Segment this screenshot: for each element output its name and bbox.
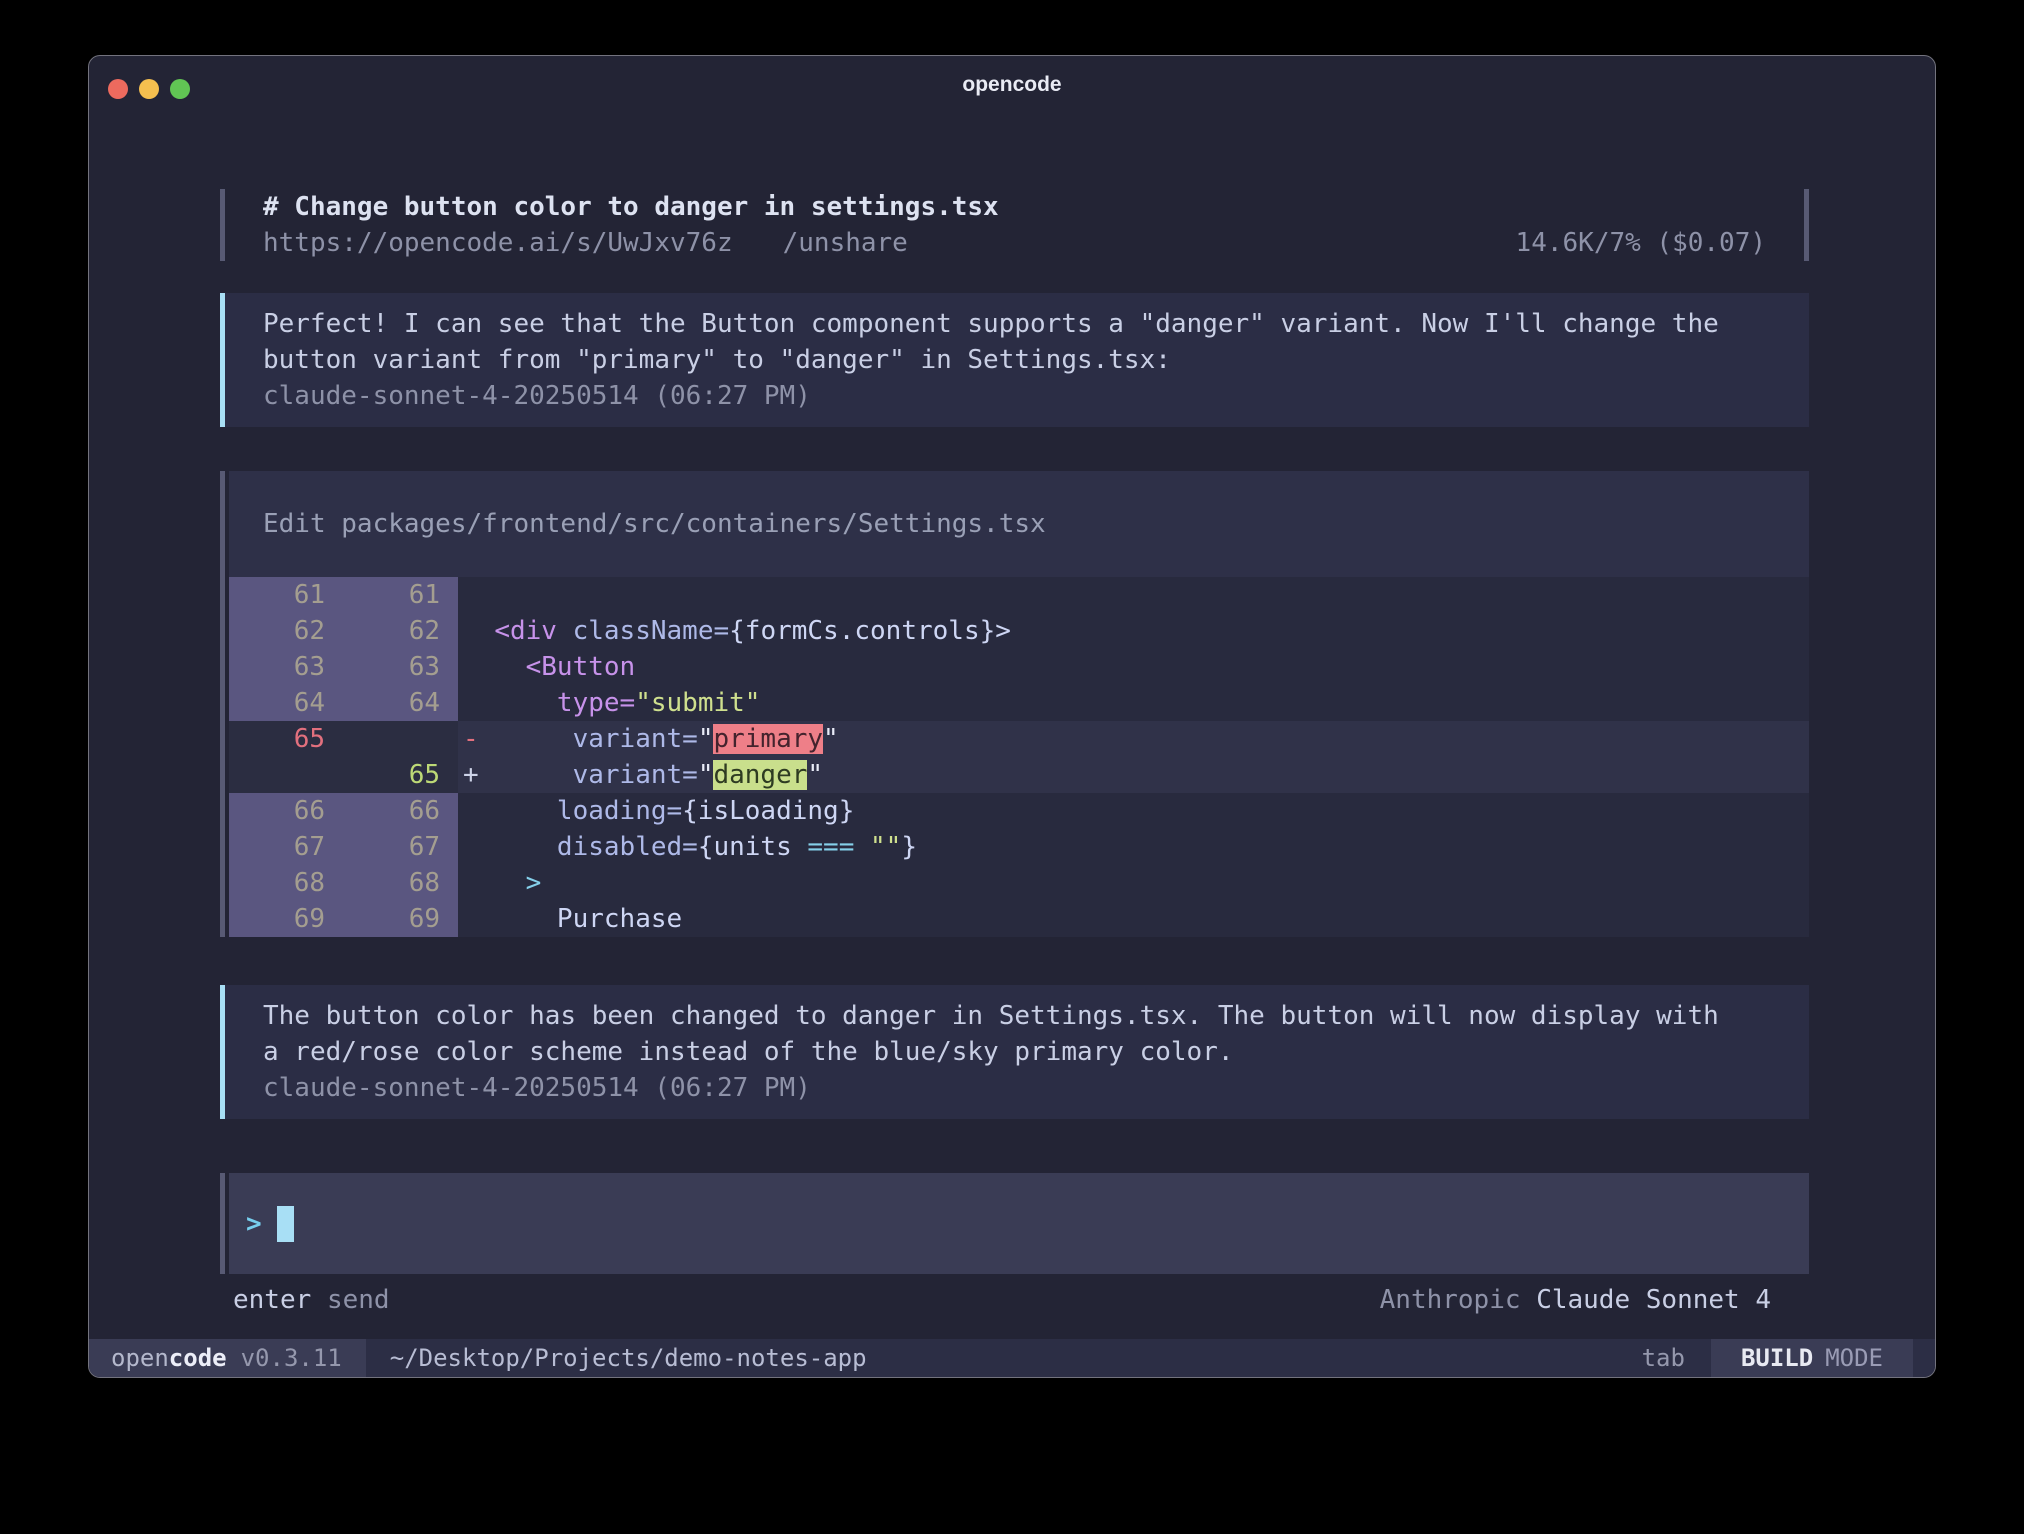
edit-file-title: Edit packages/frontend/src/containers/Se… — [229, 471, 1809, 577]
diff-row: 6767 disabled={units === ""} — [229, 829, 1809, 865]
message-text: Perfect! I can see that the Button compo… — [263, 306, 1809, 342]
session-title: # Change button color to danger in setti… — [263, 189, 1804, 225]
prompt-symbol: > — [246, 1206, 262, 1242]
app-version: v0.3.11 — [241, 1339, 342, 1377]
traffic-lights — [108, 79, 190, 99]
enter-key-hint: enter — [233, 1285, 311, 1315]
title-bar: opencode — [89, 56, 1935, 114]
diff-row: 6363 <Button — [229, 649, 1809, 685]
status-bar: opencode v0.3.11 ~/Desktop/Projects/demo-… — [89, 1339, 1935, 1377]
app-name-code: code — [169, 1339, 227, 1377]
assistant-message: Perfect! I can see that the Button compo… — [220, 293, 1809, 427]
model-label: Claude Sonnet 4 — [1536, 1285, 1771, 1315]
diff-row: 6262 <div className={formCs.controls}> — [229, 613, 1809, 649]
mode-word-label: MODE — [1825, 1339, 1883, 1377]
text-cursor — [277, 1206, 294, 1242]
edit-tool-card: Edit packages/frontend/src/containers/Se… — [220, 471, 1809, 937]
diff-row: 65+ variant="danger" — [229, 757, 1809, 793]
message-model-meta: claude-sonnet-4-20250514 (06:27 PM) — [263, 378, 1809, 414]
unshare-command[interactable]: /unshare — [783, 225, 908, 261]
send-hint-label: send — [327, 1285, 390, 1315]
mode-build-label: BUILD — [1741, 1339, 1813, 1377]
header-right-border — [1804, 189, 1809, 261]
diff-row: 6464 type="submit" — [229, 685, 1809, 721]
diff-row: 6969 Purchase — [229, 901, 1809, 937]
assistant-message: The button color has been changed to dan… — [220, 985, 1809, 1119]
diff-row: 6868 > — [229, 865, 1809, 901]
provider-label: Anthropic — [1380, 1285, 1521, 1315]
share-url[interactable]: https://opencode.ai/s/UwJxv76z — [263, 225, 733, 261]
message-text: a red/rose color scheme instead of the b… — [263, 1034, 1809, 1070]
window-title: opencode — [962, 73, 1061, 97]
token-usage-stats: 14.6K/7% ($0.07) — [1516, 225, 1766, 261]
prompt-input[interactable]: > — [229, 1173, 1809, 1274]
session-header: # Change button color to danger in setti… — [220, 189, 1809, 261]
diff-row: 6161 — [229, 577, 1809, 613]
diff-row: 6666 loading={isLoading} — [229, 793, 1809, 829]
diff-row: 65- variant="primary" — [229, 721, 1809, 757]
opencode-window: opencode # Change button color to danger… — [88, 55, 1936, 1378]
message-model-meta: claude-sonnet-4-20250514 (06:27 PM) — [263, 1070, 1809, 1106]
close-button[interactable] — [108, 79, 128, 99]
message-text: The button color has been changed to dan… — [263, 998, 1809, 1034]
working-directory: ~/Desktop/Projects/demo-notes-app — [390, 1339, 867, 1377]
message-text: button variant from "primary" to "danger… — [263, 342, 1809, 378]
tab-key-hint: tab — [1642, 1339, 1685, 1377]
app-version-segment: opencode v0.3.11 — [89, 1339, 366, 1377]
hint-row: enter send Anthropic Claude Sonnet 4 — [220, 1282, 1809, 1318]
mode-segment: BUILD MODE — [1711, 1339, 1913, 1377]
maximize-button[interactable] — [170, 79, 190, 99]
prompt-input-box[interactable]: > — [220, 1173, 1809, 1274]
app-name-open: open — [111, 1339, 169, 1377]
diff-view: 61616262 <div className={formCs.controls… — [229, 577, 1809, 937]
minimize-button[interactable] — [139, 79, 159, 99]
